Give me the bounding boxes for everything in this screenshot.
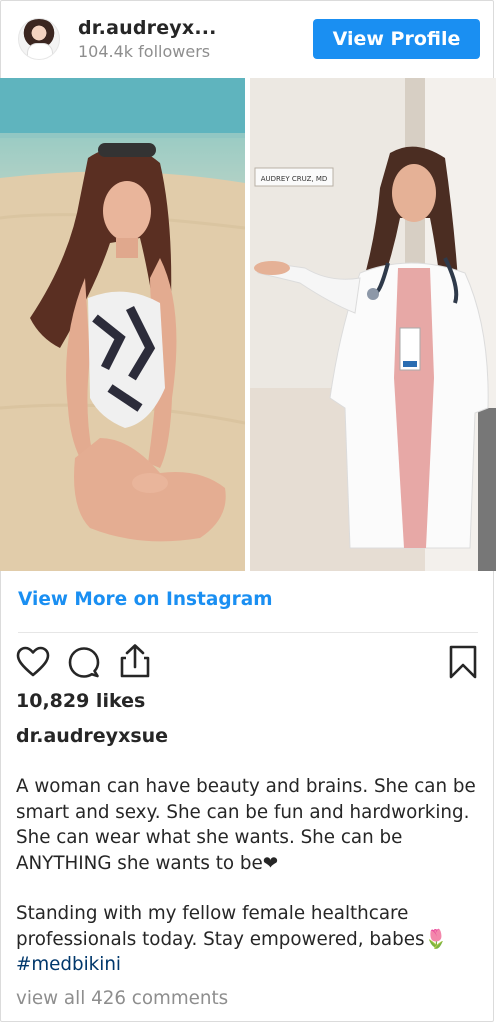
beach-photo-illustration [0,78,245,571]
view-comments-link[interactable]: view all 426 comments [16,988,228,1009]
caption-text: A woman can have beauty and brains. She … [16,774,481,978]
avatar[interactable] [18,18,60,60]
likes-count[interactable]: 10,829 likes [16,690,145,712]
caption-paragraph-2: Standing with my fellow female healthcar… [16,901,481,978]
doctor-photo: AUDREY CRUZ, MD [250,78,496,571]
doctor-photo-illustration: AUDREY CRUZ, MD [250,78,496,571]
bookmark-icon[interactable] [448,645,478,679]
caption-username[interactable]: dr.audreyxsue [16,725,168,747]
caption-paragraph-1: A woman can have beauty and brains. She … [16,776,476,874]
comment-icon[interactable] [67,646,101,680]
view-profile-button[interactable]: View Profile [313,19,480,59]
post-photos[interactable]: AUDREY CRUZ, MD [0,78,496,571]
view-more-link[interactable]: View More on Instagram [18,589,272,610]
header-username[interactable]: dr.audreyx... [78,17,217,39]
hashtag-link[interactable]: #medbikini [16,954,121,975]
divider [18,632,478,633]
follower-count: 104.4k followers [78,42,211,61]
caption-paragraph-2-text: Standing with my fellow female healthcar… [16,903,448,950]
beach-photo [0,78,245,571]
heart-icon[interactable] [16,646,50,678]
post-header: dr.audreyx... 104.4k followers View Prof… [0,0,496,78]
share-icon[interactable] [119,643,151,679]
nameplate-text: AUDREY CRUZ, MD [261,175,328,183]
